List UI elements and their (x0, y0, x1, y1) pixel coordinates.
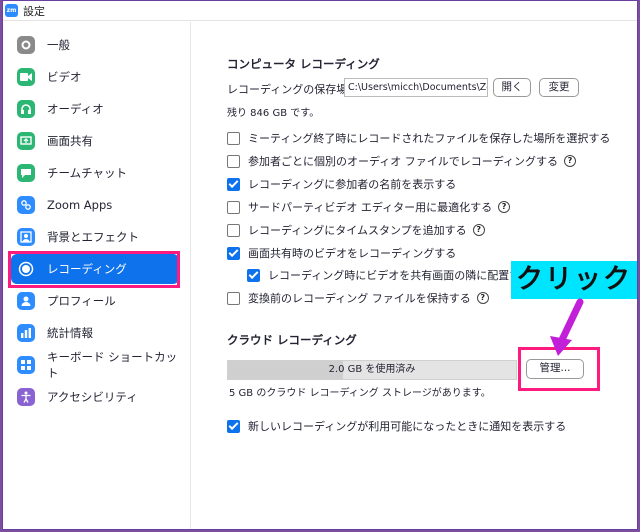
sidebar-item-general[interactable]: 一般 (11, 30, 179, 60)
sidebar-item-zoom-apps[interactable]: Zoom Apps (11, 190, 179, 220)
keyboard-icon (17, 356, 35, 374)
sidebar-item-label: プロフィール (47, 294, 116, 308)
click-annotation-label: クリック (511, 261, 637, 299)
help-icon[interactable]: ? (476, 292, 489, 304)
option-label: ミーティング終了時にレコードされたファイルを保存した場所を選択する (248, 132, 611, 145)
sidebar-item-label: オーディオ (47, 102, 104, 116)
accessibility-icon (17, 388, 35, 406)
option-label: 参加者ごとに個別のオーディオ ファイルでレコーディングする (248, 155, 558, 168)
headphones-icon (17, 100, 35, 118)
sidebar-item-label: ビデオ (47, 70, 82, 84)
option-label: 変換前のレコーディング ファイルを保持する (248, 292, 471, 305)
checkbox[interactable] (227, 291, 240, 305)
stats-icon (17, 324, 35, 342)
location-label: レコーディングの保存場所: (227, 83, 362, 96)
cloud-recording-title: クラウド レコーディング (227, 333, 357, 347)
cloud-storage-bar: 2.0 GB を使用済み (227, 360, 517, 380)
option-show-participant-names[interactable]: レコーディングに参加者の名前を表示する (227, 175, 456, 193)
option-separate-audio-per-participant[interactable]: 参加者ごとに個別のオーディオ ファイルでレコーディングする ? (227, 152, 576, 170)
recording-highlight-frame (8, 251, 180, 288)
help-icon[interactable]: ? (498, 201, 511, 213)
checkbox[interactable] (227, 177, 240, 191)
option-label: レコーディングに参加者の名前を表示する (248, 178, 457, 191)
option-label: 画面共有時のビデオをレコーディングする (248, 247, 457, 260)
checkbox[interactable] (227, 154, 240, 168)
annotation-arrow-icon (550, 298, 584, 356)
cloud-storage-note: 5 GB のクラウド レコーディング ストレージがあります。 (229, 388, 491, 399)
sidebar-item-background[interactable]: 背景とエフェクト (11, 222, 179, 252)
option-record-video-during-share[interactable]: 画面共有時のビデオをレコーディングする (227, 244, 456, 262)
sidebar-item-statistics[interactable]: 統計情報 (11, 318, 179, 348)
option-notify-new-recording[interactable]: 新しいレコーディングが利用可能になったときに通知を表示する (227, 417, 566, 435)
sidebar-item-label: 統計情報 (47, 326, 93, 340)
checkbox[interactable] (227, 223, 240, 237)
sidebar-item-label: 背景とエフェクト (47, 230, 139, 244)
sidebar-item-accessibility[interactable]: アクセシビリティ (11, 382, 179, 412)
checkbox[interactable] (227, 246, 240, 260)
checkbox[interactable] (227, 131, 240, 145)
checkbox[interactable] (227, 200, 240, 214)
settings-window: zm 設定 一般 ビデオ オーディオ 画面共有 チームチャット Zoom App… (2, 0, 638, 530)
sidebar-item-label: 画面共有 (47, 134, 93, 148)
option-place-video-next-to-share[interactable]: レコーディング時にビデオを共有画面の隣に配置する (247, 266, 531, 284)
recording-settings-panel: コンピュータ レコーディング レコーディングの保存場所: C:\Users\mi… (193, 22, 639, 529)
chat-icon (17, 164, 35, 182)
title-bar: zm 設定 (3, 1, 637, 21)
sidebar-item-label: アクセシビリティ (47, 390, 138, 404)
open-folder-button[interactable]: 開く (493, 78, 531, 97)
sidebar-item-profile[interactable]: プロフィール (11, 286, 179, 316)
checkbox[interactable] (247, 268, 260, 282)
option-label: レコーディング時にビデオを共有画面の隣に配置する (268, 269, 532, 282)
option-label: レコーディングにタイムスタンプを追加する (248, 224, 467, 237)
option-add-timestamp[interactable]: レコーディングにタイムスタンプを追加する ? (227, 221, 485, 239)
background-icon (17, 228, 35, 246)
sidebar-item-screen-share[interactable]: 画面共有 (11, 126, 179, 156)
window-title: 設定 (23, 4, 45, 18)
screen-share-icon (17, 132, 35, 150)
change-folder-button[interactable]: 変更 (539, 78, 579, 97)
sidebar-item-label: 一般 (47, 38, 70, 52)
sidebar-item-keyboard-shortcuts[interactable]: キーボード ショートカット (11, 350, 179, 380)
sidebar-item-audio[interactable]: オーディオ (11, 94, 179, 124)
sidebar-item-video[interactable]: ビデオ (11, 62, 179, 92)
option-label: サードパーティビデオ エディター用に最適化する (248, 201, 493, 214)
option-keep-temp-files[interactable]: 変換前のレコーディング ファイルを保持する ? (227, 289, 489, 307)
video-icon (17, 68, 35, 86)
help-icon[interactable]: ? (563, 155, 576, 167)
profile-icon (17, 292, 35, 310)
help-icon[interactable]: ? (472, 224, 485, 236)
recording-location-field[interactable]: C:\Users\micch\Documents\Zoom (344, 78, 488, 97)
option-label: 新しいレコーディングが利用可能になったときに通知を表示する (248, 420, 567, 433)
sidebar-item-label: キーボード ショートカット (47, 350, 178, 380)
local-recording-title: コンピュータ レコーディング (227, 57, 380, 71)
option-choose-location-after-meeting[interactable]: ミーティング終了時にレコードされたファイルを保存した場所を選択する (227, 129, 610, 147)
zoom-app-icon: zm (5, 4, 18, 17)
sidebar-item-team-chat[interactable]: チームチャット (11, 158, 179, 188)
gear-icon (17, 36, 35, 54)
sidebar-item-label: チームチャット (47, 166, 128, 180)
checkbox[interactable] (227, 419, 240, 433)
sidebar-item-label: Zoom Apps (47, 198, 113, 212)
apps-icon (17, 196, 35, 214)
cloud-storage-usage: 2.0 GB を使用済み (328, 364, 416, 375)
option-optimize-for-third-party-editor[interactable]: サードパーティビデオ エディター用に最適化する ? (227, 198, 511, 216)
remaining-space-text: 残り 846 GB です。 (227, 108, 320, 119)
